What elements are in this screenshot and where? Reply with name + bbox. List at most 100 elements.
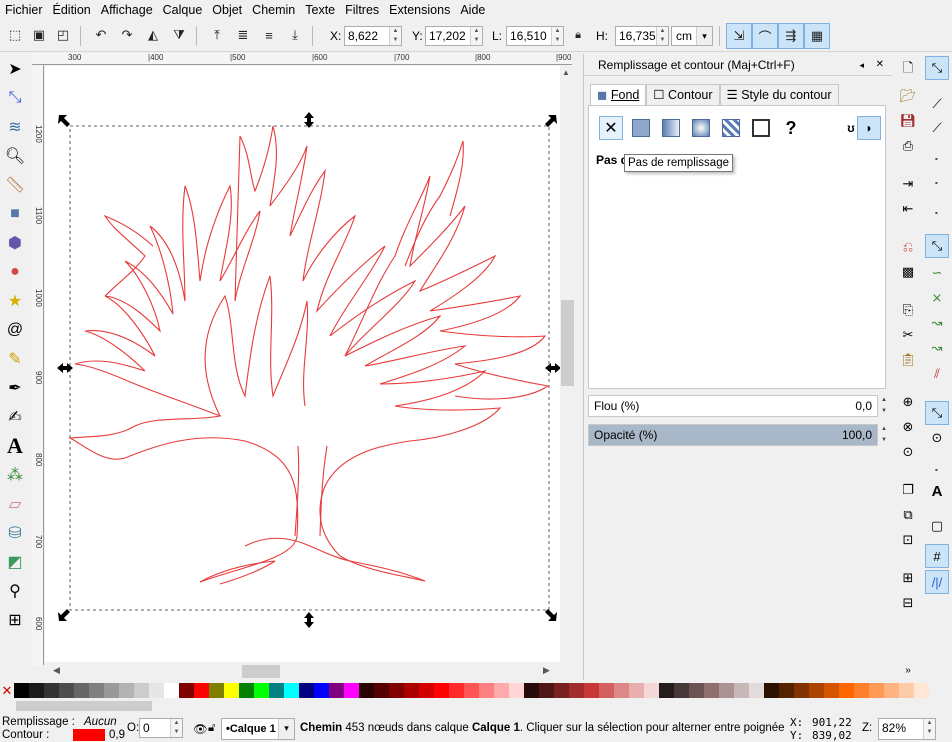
color-swatch[interactable] [524, 683, 539, 698]
gradient-tool-icon[interactable]: ◩ [3, 550, 27, 574]
color-swatch[interactable] [269, 683, 284, 698]
color-swatch[interactable] [509, 683, 524, 698]
flat-color-button[interactable] [629, 116, 653, 140]
scale-stroke-icon[interactable]: ⇲ [726, 23, 752, 49]
scroll-left-icon[interactable]: ◀ [53, 665, 60, 676]
color-swatch[interactable] [764, 683, 779, 698]
select-all-icon[interactable]: ⬚ [4, 24, 26, 46]
color-swatch[interactable] [674, 683, 689, 698]
spray-tool-icon[interactable]: ⁂ [3, 463, 27, 487]
menu-texte[interactable]: Texte [300, 0, 340, 20]
color-swatch[interactable] [419, 683, 434, 698]
opacity-slider[interactable]: Opacité (%) 100,0 ▲ ▼ [588, 424, 887, 446]
color-swatch[interactable] [389, 683, 404, 698]
swatch-button[interactable] [749, 116, 773, 140]
y-input[interactable]: 17,202 ▲ ▼ [425, 26, 483, 46]
move-gradient-icon[interactable]: ⇶ [778, 23, 804, 49]
lock-icon[interactable]: 🔒︎ [567, 24, 589, 46]
width-spin-arrows[interactable]: ▲ ▼ [551, 27, 563, 45]
tab-style-contour[interactable]: ☰ Style du contour [719, 84, 839, 106]
scroll-right-icon[interactable]: ▶ [543, 665, 550, 676]
color-swatch[interactable] [314, 683, 329, 698]
layer-lock-icon[interactable]: 🔓︎ [208, 722, 215, 735]
vertical-scroll-thumb[interactable] [561, 300, 574, 386]
flip-horizontal-icon[interactable]: ◭ [142, 24, 164, 46]
color-swatch[interactable] [59, 683, 74, 698]
color-swatch[interactable] [914, 683, 929, 698]
snap-rotation-center-icon[interactable]: ⸼ [925, 451, 949, 475]
close-icon[interactable]: ✕ [876, 54, 884, 76]
fill-rule-nonzero-icon[interactable]: ◗ [857, 116, 881, 140]
menu-extensions[interactable]: Extensions [384, 0, 455, 20]
blur-slider[interactable]: Flou (%) 0,0 ▲ ▼ [588, 395, 887, 417]
zoom-selection-icon[interactable]: ⊕ [896, 390, 920, 414]
color-swatch[interactable] [659, 683, 674, 698]
snap-midpoint-icon[interactable]: ⫽ [925, 362, 949, 386]
snap-guide-icon[interactable]: /|/ [925, 570, 949, 594]
menu-objet[interactable]: Objet [207, 0, 247, 20]
zoom-tool-icon[interactable]: 🔍︎ [3, 144, 27, 168]
opacity-spin-arrows[interactable]: ▲ ▼ [170, 719, 182, 737]
rectangle-tool-icon[interactable]: ■ [3, 202, 27, 226]
zoom-page-icon[interactable]: ⊙ [896, 440, 920, 464]
node-tool-icon[interactable]: ⤡ [3, 86, 27, 110]
stroke-width-value[interactable]: 0,9 [109, 729, 125, 741]
group-icon[interactable]: ⊞ [896, 566, 920, 590]
snap-smooth-icon[interactable]: ↝ [925, 336, 949, 360]
color-swatch[interactable] [194, 683, 209, 698]
color-swatch[interactable] [689, 683, 704, 698]
color-swatch[interactable] [839, 683, 854, 698]
lower-icon[interactable]: ≡ [258, 24, 280, 46]
color-swatch[interactable] [824, 683, 839, 698]
no-paint-button[interactable]: ✕ [599, 116, 623, 140]
palette-scrollbar[interactable] [0, 699, 952, 713]
pen-tool-icon[interactable]: ✒ [3, 376, 27, 400]
cut-icon[interactable]: ✂ [896, 323, 920, 347]
snap-bbox-corner-icon[interactable]: ⸼ [925, 140, 949, 164]
duplicate-icon[interactable]: ❐ [896, 478, 920, 502]
move-pattern-icon[interactable]: ▦ [804, 23, 830, 49]
width-input[interactable]: 16,510 ▲ ▼ [506, 26, 564, 46]
y-spin-arrows[interactable]: ▲ ▼ [470, 27, 482, 45]
tweak-tool-icon[interactable]: ≋ [3, 115, 27, 139]
color-swatch[interactable] [539, 683, 554, 698]
x-spin-arrows[interactable]: ▲ ▼ [389, 27, 401, 45]
color-swatch[interactable] [884, 683, 899, 698]
height-spin-arrows[interactable]: ▲ ▼ [656, 27, 668, 45]
drawing-canvas[interactable] [45, 66, 560, 662]
measure-tool-icon[interactable]: 📏︎ [3, 173, 27, 197]
menu-aide[interactable]: Aide [455, 0, 490, 20]
color-swatch[interactable] [464, 683, 479, 698]
x-input[interactable]: 8,622 ▲ ▼ [344, 26, 402, 46]
snap-others-icon[interactable]: ⤡ [925, 401, 949, 425]
color-swatch[interactable] [809, 683, 824, 698]
color-swatch[interactable] [254, 683, 269, 698]
color-swatch[interactable] [869, 683, 884, 698]
opacity-input[interactable]: 0 ▲ ▼ [139, 718, 183, 738]
copy-icon[interactable]: ⎘ [896, 298, 920, 322]
color-swatch[interactable] [629, 683, 644, 698]
snap-nodes-icon[interactable]: ⤡ [925, 234, 949, 258]
new-document-icon[interactable]: 🗋︎ [896, 58, 920, 82]
ellipse-tool-icon[interactable]: ● [3, 260, 27, 284]
horizontal-scroll-thumb[interactable] [242, 665, 280, 678]
text-tool-icon[interactable]: A [3, 433, 27, 458]
color-swatch[interactable] [404, 683, 419, 698]
color-swatch[interactable] [239, 683, 254, 698]
snap-page-border-icon[interactable]: ▢ [925, 514, 949, 538]
color-swatch[interactable] [899, 683, 914, 698]
save-icon[interactable]: 💾︎ [896, 109, 920, 133]
color-swatch[interactable] [854, 683, 869, 698]
color-swatch[interactable] [134, 683, 149, 698]
radial-gradient-button[interactable] [689, 116, 713, 140]
fill-indicator-value[interactable]: Aucun [84, 716, 117, 728]
snap-intersection-icon[interactable]: ⨯ [925, 286, 949, 310]
color-swatch[interactable] [434, 683, 449, 698]
color-swatch[interactable] [779, 683, 794, 698]
clone-icon[interactable]: ⧉ [896, 503, 920, 527]
select-all-layers-icon[interactable]: ▣ [28, 24, 50, 46]
zoom-spin-arrows[interactable]: ▲ ▼ [923, 719, 935, 739]
color-swatch[interactable] [569, 683, 584, 698]
menu-edition[interactable]: Édition [48, 0, 96, 20]
color-swatch[interactable] [584, 683, 599, 698]
